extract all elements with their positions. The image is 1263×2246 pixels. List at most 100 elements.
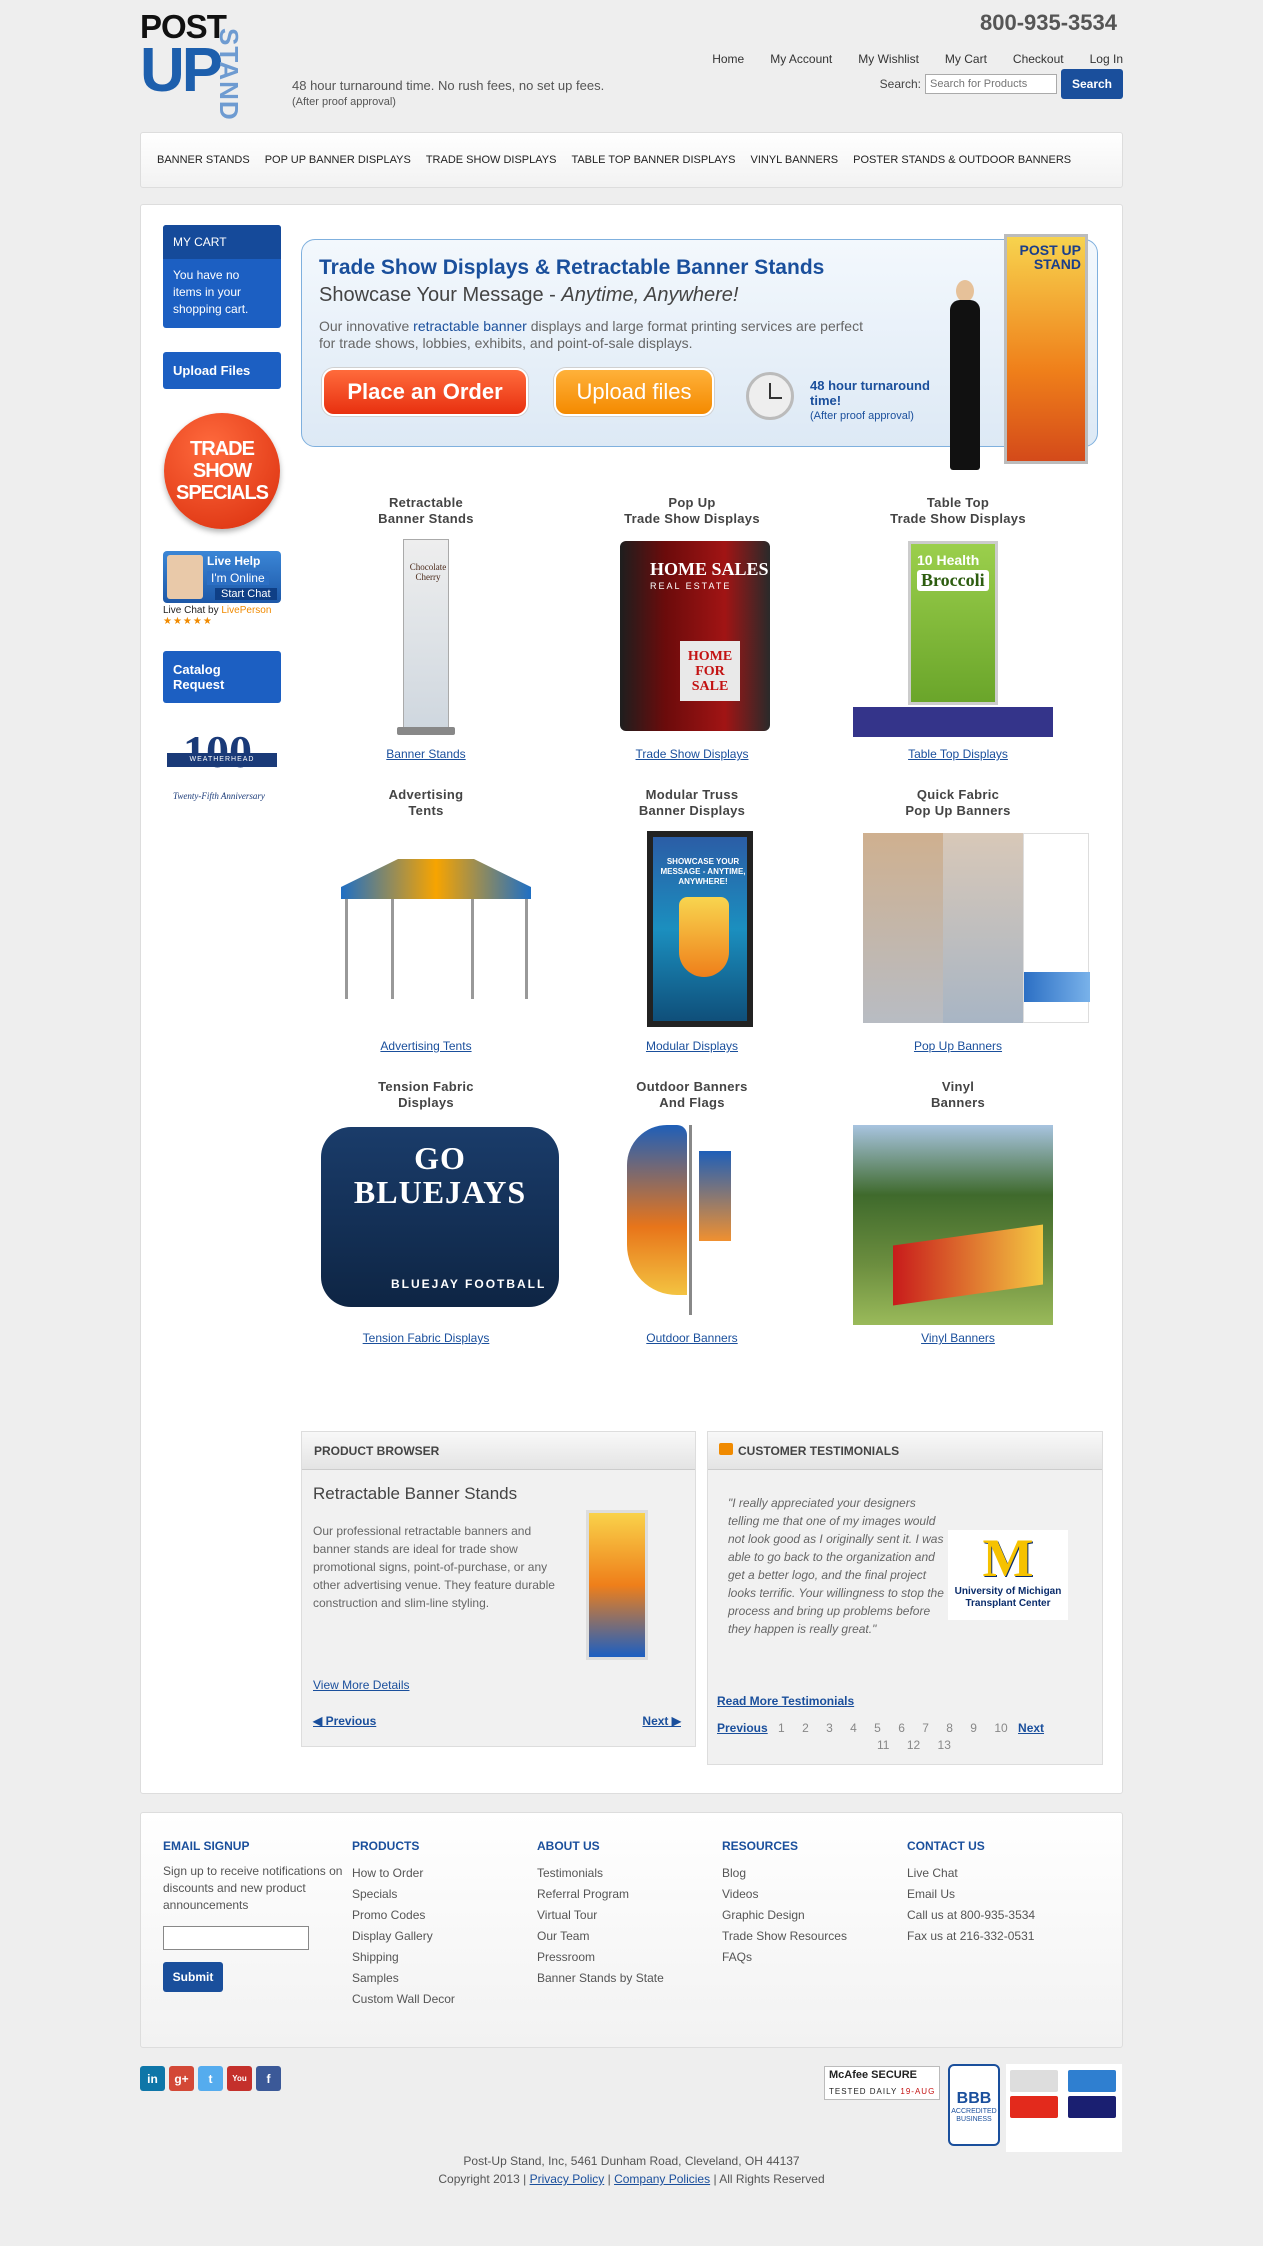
tent-image[interactable] (321, 829, 531, 1031)
footer-link[interactable]: Email Us (907, 1884, 1035, 1905)
table-top-image[interactable]: 10 Health Broccoli (853, 537, 1063, 739)
footer-link[interactable]: Testimonials (537, 1863, 664, 1884)
company-policies-link[interactable]: Company Policies (614, 2172, 710, 2186)
vinyl-banner-image[interactable] (853, 1121, 1063, 1325)
footer-link[interactable]: FAQs (722, 1947, 847, 1968)
banner-stand-image[interactable] (321, 537, 531, 739)
product-card-outdoor-banners[interactable]: Outdoor Banners And Flags Outdoor Banners (587, 1079, 797, 1345)
product-card-advertising-tents[interactable]: Advertising Tents Advertising Tents (321, 787, 531, 1053)
footer-link[interactable]: Live Chat (907, 1863, 1035, 1884)
product-card-trade-show-displays[interactable]: Pop Up Trade Show Displays HOME SALES REAL… (587, 495, 797, 761)
footer-link[interactable]: Pressroom (537, 1947, 664, 1968)
page-1[interactable]: 1 (778, 1720, 785, 1737)
mainnav-pop-up-banner-displays[interactable]: POP UP BANNER DISPLAYS (265, 154, 411, 166)
retractable-banner-link[interactable]: retractable banner (413, 318, 527, 334)
footer-link[interactable]: Blog (722, 1863, 847, 1884)
outdoor-flag-image[interactable] (587, 1121, 797, 1323)
privacy-policy-link[interactable]: Privacy Policy (530, 2172, 605, 2186)
page-2[interactable]: 2 (802, 1720, 809, 1737)
bbb-accredited-badge[interactable]: BBB ACCREDITED BUSINESS (948, 2064, 1000, 2146)
fabric-popup-image[interactable] (853, 829, 1090, 1031)
facebook-icon[interactable]: f (256, 2066, 281, 2091)
page-3[interactable]: 3 (826, 1720, 833, 1737)
page-12[interactable]: 12 (907, 1737, 920, 1754)
upload-files-button[interactable]: Upload Files (163, 352, 281, 389)
page-11[interactable]: 11 (877, 1737, 889, 1754)
product-card-modular-displays[interactable]: Modular Truss Banner Displays SHOWCASE YO… (587, 787, 797, 1053)
footer-link[interactable]: Specials (352, 1884, 455, 1905)
mcafee-secure-badge[interactable]: McAfee SECURE TESTED DAILY 19-AUG (824, 2066, 940, 2100)
page-7[interactable]: 7 (922, 1720, 929, 1737)
mainnav-trade-show-displays[interactable]: TRADE SHOW DISPLAYS (426, 154, 557, 166)
footer-link[interactable]: Display Gallery (352, 1926, 455, 1947)
footer-link[interactable]: Promo Codes (352, 1905, 455, 1926)
page-8[interactable]: 8 (946, 1720, 953, 1737)
nav-log-in[interactable]: Log In (1090, 52, 1123, 66)
place-order-button[interactable]: Place an Order (322, 368, 528, 416)
product-link[interactable]: Outdoor Banners (587, 1331, 797, 1345)
catalog-request-button[interactable]: Catalog Request (163, 651, 281, 703)
page-9[interactable]: 9 (970, 1720, 977, 1737)
footer-link[interactable]: How to Order (352, 1863, 455, 1884)
nav-my-wishlist[interactable]: My Wishlist (858, 52, 919, 66)
footer-link[interactable]: Samples (352, 1968, 455, 1989)
footer-link[interactable]: Our Team (537, 1926, 664, 1947)
page-13[interactable]: 13 (938, 1737, 951, 1754)
search-input[interactable] (925, 74, 1057, 94)
mainnav-poster-stands-outdoor[interactable]: POSTER STANDS & OUTDOOR BANNERS (853, 154, 1071, 166)
search-button[interactable]: Search (1061, 69, 1123, 99)
truss-display-image[interactable]: SHOWCASE YOUR MESSAGE - ANYTIME, ANYWHER… (587, 829, 797, 1031)
page-10[interactable]: 10 (994, 1720, 1007, 1737)
read-more-testimonials-link[interactable]: Read More Testimonials (717, 1694, 854, 1708)
trade-show-specials-badge[interactable]: TRADE SHOW SPECIALS (164, 413, 280, 529)
live-help-widget[interactable]: Live Help I'm Online Start Chat (163, 551, 281, 603)
youtube-icon[interactable]: You (227, 2066, 252, 2091)
product-card-vinyl-banners[interactable]: Vinyl Banners Vinyl Banners (853, 1079, 1063, 1345)
start-chat-button[interactable]: Start Chat (215, 588, 277, 600)
product-next-link[interactable]: Next ▶ (642, 1714, 681, 1728)
footer-link[interactable]: Virtual Tour (537, 1905, 664, 1926)
product-link[interactable]: Modular Displays (587, 1039, 797, 1053)
product-card-banner-stands[interactable]: RetractableBanner Stands Banner Stands (321, 495, 531, 761)
product-previous-link[interactable]: ◀ Previous (313, 1714, 376, 1728)
product-link[interactable]: Banner Stands (321, 747, 531, 761)
tension-fabric-image[interactable]: GO BLUEJAYS BLUEJAY FOOTBALL (321, 1121, 559, 1323)
product-card-table-top-displays[interactable]: Table Top Trade Show Displays 10 Health Br… (853, 495, 1063, 761)
liveperson-link[interactable]: LivePerson (221, 605, 271, 616)
footer-link[interactable]: Referral Program (537, 1884, 664, 1905)
email-signup-input[interactable] (163, 1926, 309, 1950)
linkedin-icon[interactable]: in (140, 2066, 165, 2091)
product-link[interactable]: Trade Show Displays (587, 747, 797, 761)
footer-link[interactable]: Banner Stands by State (537, 1968, 664, 1989)
footer-link[interactable]: Graphic Design (722, 1905, 847, 1926)
nav-my-account[interactable]: My Account (770, 52, 832, 66)
product-browser-image[interactable] (586, 1510, 648, 1660)
nav-checkout[interactable]: Checkout (1013, 52, 1064, 66)
mainnav-banner-stands[interactable]: BANNER STANDS (157, 154, 250, 166)
testimonial-next[interactable]: Next (1018, 1721, 1044, 1735)
page-6[interactable]: 6 (898, 1720, 905, 1737)
product-link[interactable]: Pop Up Banners (853, 1039, 1063, 1053)
product-link[interactable]: Tension Fabric Displays (321, 1331, 531, 1345)
twitter-icon[interactable]: t (198, 2066, 223, 2091)
nav-my-cart[interactable]: My Cart (945, 52, 987, 66)
view-more-details-link[interactable]: View More Details (313, 1678, 409, 1692)
email-submit-button[interactable]: Submit (163, 1962, 223, 1992)
footer-link[interactable]: Trade Show Resources (722, 1926, 847, 1947)
post-up-stand-logo[interactable]: POST UP STAND (140, 8, 245, 121)
hero-upload-files-button[interactable]: Upload files (554, 368, 714, 416)
footer-link[interactable]: Custom Wall Decor (352, 1989, 455, 2010)
footer-link[interactable]: Videos (722, 1884, 847, 1905)
page-5[interactable]: 5 (874, 1720, 881, 1737)
product-link[interactable]: Advertising Tents (321, 1039, 531, 1053)
footer-link[interactable]: Shipping (352, 1947, 455, 1968)
product-link[interactable]: Table Top Displays (853, 747, 1063, 761)
popup-display-image[interactable]: HOME SALES REAL ESTATE HOME FOR SALE (587, 537, 797, 739)
mainnav-table-top-banner-displays[interactable]: TABLE TOP BANNER DISPLAYS (571, 154, 735, 166)
google-plus-icon[interactable]: g+ (169, 2066, 194, 2091)
product-card-pop-up-banners[interactable]: Quick Fabric Pop Up Banners Pop Up Banner… (853, 787, 1090, 1053)
product-card-tension-fabric[interactable]: Tension Fabric Displays GO BLUEJAYS BLUEJA… (321, 1079, 559, 1345)
product-link[interactable]: Vinyl Banners (853, 1331, 1063, 1345)
page-4[interactable]: 4 (850, 1720, 857, 1737)
testimonial-prev[interactable]: Previous (717, 1721, 768, 1735)
